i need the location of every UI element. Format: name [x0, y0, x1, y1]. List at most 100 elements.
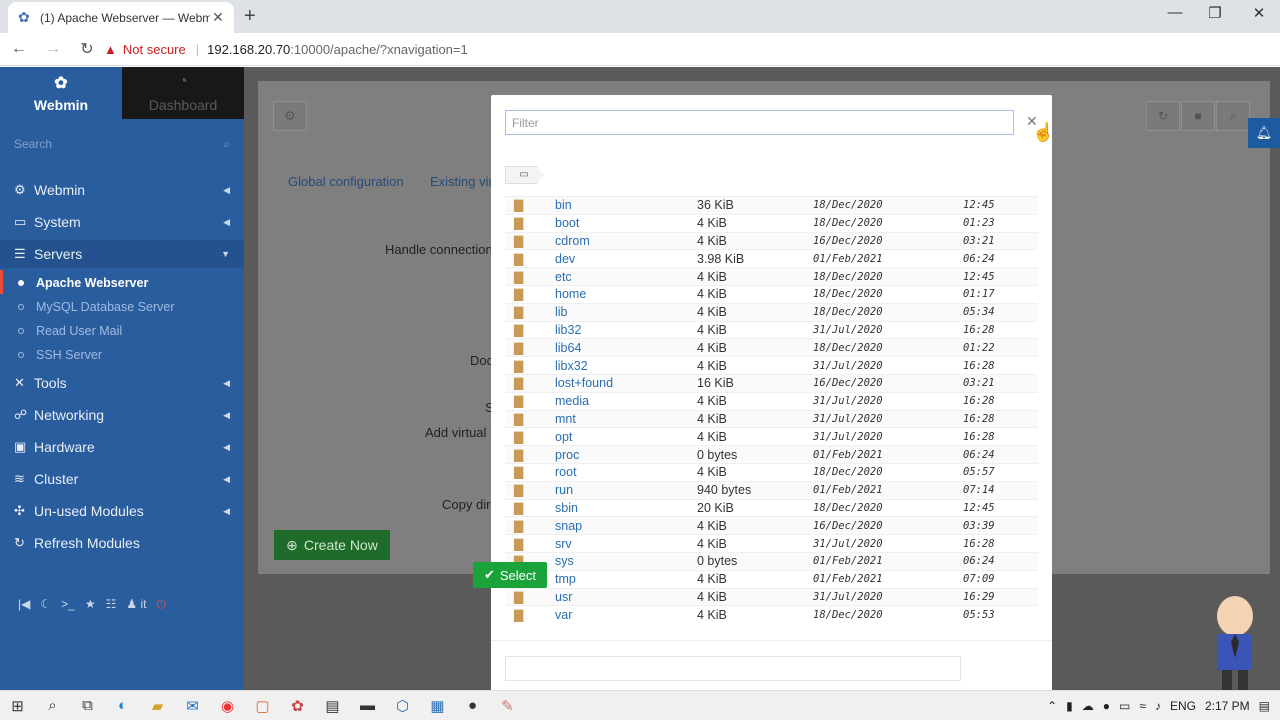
file-row[interactable]: ▇ lib 4 KiB 18/Dec/2020 05:34: [505, 302, 1038, 321]
file-name-link[interactable]: lib32: [555, 323, 697, 337]
night-mode-icon[interactable]: ☾: [40, 597, 51, 612]
file-row[interactable]: ▇ bin 36 KiB 18/Dec/2020 12:45: [505, 196, 1038, 214]
mic-icon[interactable]: ●: [1103, 699, 1110, 713]
file-name-link[interactable]: snap: [555, 519, 697, 533]
file-name-link[interactable]: var: [555, 608, 697, 622]
file-name-link[interactable]: mnt: [555, 412, 697, 426]
file-row[interactable]: ▇ lib64 4 KiB 18/Dec/2020 01:22: [505, 338, 1038, 357]
user-icon[interactable]: ♟ it: [126, 597, 146, 612]
new-tab-button[interactable]: +: [244, 5, 256, 28]
file-row[interactable]: ▇ snap 4 KiB 16/Dec/2020 03:39: [505, 516, 1038, 535]
root-breadcrumb[interactable]: ▭: [505, 166, 543, 184]
file-row[interactable]: ▇ proc 0 bytes 01/Feb/2021 06:24: [505, 445, 1038, 463]
file-name-link[interactable]: home: [555, 287, 697, 301]
battery-icon[interactable]: ▮: [1066, 699, 1073, 713]
file-row[interactable]: ▇ media 4 KiB 31/Jul/2020 16:28: [505, 391, 1038, 410]
file-name-link[interactable]: sys: [555, 554, 697, 568]
submenu-mysql[interactable]: MySQL Database Server: [0, 295, 244, 319]
file-row[interactable]: ▇sys0 bytes01/Feb/202106:24: [505, 551, 1038, 570]
dashboard-tab[interactable]: ◔ Dashboard: [122, 67, 244, 119]
tab-existing-virtual-hosts[interactable]: Existing vir: [430, 174, 493, 189]
file-row[interactable]: ▇ lib32 4 KiB 31/Jul/2020 16:28: [505, 320, 1038, 339]
file-explorer-icon[interactable]: ▰: [140, 697, 175, 715]
file-name-link[interactable]: lib64: [555, 341, 697, 355]
favorites-star-icon[interactable]: ★: [85, 597, 96, 612]
file-name-link[interactable]: tmp: [555, 572, 697, 586]
obs-icon[interactable]: ●: [455, 697, 490, 714]
collapse-icon[interactable]: |◀: [18, 597, 30, 612]
file-row[interactable]: ▇ sbin 20 KiB 18/Dec/2020 12:45: [505, 498, 1038, 517]
file-name-link[interactable]: usr: [555, 590, 697, 604]
notification-bell-icon[interactable]: 🔔︎: [1248, 118, 1280, 148]
edge-icon[interactable]: ◐: [105, 697, 140, 714]
back-icon[interactable]: ←: [4, 40, 34, 58]
office-icon[interactable]: ▢: [245, 697, 280, 715]
submenu-ssh[interactable]: SSH Server: [0, 343, 244, 367]
file-name-link[interactable]: dev: [555, 252, 697, 266]
terminal-icon[interactable]: >_: [61, 597, 75, 612]
file-row[interactable]: ▇ usr 4 KiB 31/Jul/2020 16:29: [505, 587, 1038, 606]
menu-unused[interactable]: ✣ Un-used Modules ◀: [0, 497, 244, 525]
file-row[interactable]: ▇tmp4 KiB01/Feb/202107:09: [505, 569, 1038, 588]
search-module-icon[interactable]: ⌕: [1216, 101, 1250, 131]
menu-refresh[interactable]: ↻ Refresh Modules: [0, 529, 244, 557]
mail-icon[interactable]: ✉: [175, 697, 210, 715]
cloud-icon[interactable]: ☁: [1082, 699, 1094, 713]
submenu-mail[interactable]: Read User Mail: [0, 319, 244, 343]
menu-system[interactable]: ▭ System ◀: [0, 208, 244, 236]
close-window-button[interactable]: ✕: [1236, 4, 1280, 22]
stop-server-icon[interactable]: ■: [1181, 101, 1215, 131]
file-name-link[interactable]: bin: [555, 198, 697, 212]
tab-close-icon[interactable]: ✕: [210, 9, 226, 26]
task-view-icon[interactable]: ⧉: [70, 697, 105, 714]
file-row[interactable]: ▇ var 4 KiB 18/Dec/2020 05:53: [505, 605, 1038, 623]
select-button[interactable]: ✔ Select: [473, 562, 547, 588]
file-row[interactable]: ▇ libx32 4 KiB 31/Jul/2020 16:28: [505, 356, 1038, 374]
submenu-apache[interactable]: Apache Webserver: [0, 271, 244, 295]
file-name-link[interactable]: lost+found: [555, 376, 697, 390]
volume-icon[interactable]: ♪: [1155, 699, 1161, 713]
url-field[interactable]: ▲ Not secure | 192.168.20.70 :10000/apac…: [104, 38, 1184, 61]
windows-start-icon[interactable]: ⊞: [0, 697, 35, 715]
browser-tab[interactable]: ✿ (1) Apache Webserver — Webmin ✕: [8, 2, 234, 33]
chrome-icon[interactable]: ◉: [210, 697, 245, 715]
sliders-icon[interactable]: ☷: [106, 597, 117, 612]
filter-input[interactable]: [505, 110, 1014, 135]
refresh-module-icon[interactable]: ↻: [1146, 101, 1180, 131]
wifi-icon[interactable]: ≈: [1139, 699, 1146, 713]
file-row[interactable]: ▇ home 4 KiB 18/Dec/2020 01:17: [505, 284, 1038, 303]
menu-tools[interactable]: ✕ Tools ◀: [0, 369, 244, 397]
remote-desktop-icon[interactable]: ▦: [420, 697, 455, 715]
search-icon[interactable]: ⌕: [35, 697, 70, 714]
menu-hardware[interactable]: ▣ Hardware ◀: [0, 433, 244, 461]
tab-global-configuration[interactable]: Global configuration: [288, 174, 404, 189]
selected-path-field[interactable]: [505, 656, 961, 681]
virtualbox-icon[interactable]: ⬡: [385, 697, 420, 715]
file-name-link[interactable]: media: [555, 394, 697, 408]
file-row[interactable]: ▇ root 4 KiB 18/Dec/2020 05:57: [505, 462, 1038, 481]
file-name-link[interactable]: etc: [555, 270, 697, 284]
sidebar-search[interactable]: Search ⌕: [0, 133, 244, 155]
reload-icon[interactable]: ↻: [72, 39, 102, 59]
file-name-link[interactable]: proc: [555, 448, 697, 462]
webmin-brand[interactable]: ✿ Webmin: [0, 67, 122, 119]
file-name-link[interactable]: cdrom: [555, 234, 697, 248]
menu-servers[interactable]: ☰ Servers ▼: [0, 240, 244, 268]
notepad-icon[interactable]: ▤: [315, 697, 350, 715]
menu-cluster[interactable]: ≋ Cluster ◀: [0, 465, 244, 493]
paint-icon[interactable]: ✎: [490, 697, 525, 715]
app-icon[interactable]: ✿: [280, 697, 315, 715]
file-name-link[interactable]: lib: [555, 305, 697, 319]
logout-icon[interactable]: ⏻: [156, 597, 166, 612]
file-row[interactable]: ▇ opt 4 KiB 31/Jul/2020 16:28: [505, 427, 1038, 445]
file-name-link[interactable]: run: [555, 483, 697, 497]
file-row[interactable]: ▇ cdrom 4 KiB 16/Dec/2020 03:21: [505, 231, 1038, 250]
file-name-link[interactable]: root: [555, 465, 697, 479]
file-row[interactable]: ▇ etc 4 KiB 18/Dec/2020 12:45: [505, 267, 1038, 285]
terminal-app-icon[interactable]: ▬: [350, 697, 385, 714]
clock[interactable]: 2:17 PM: [1205, 699, 1250, 713]
file-row[interactable]: ▇ dev 3.98 KiB 01/Feb/2021 06:24: [505, 249, 1038, 267]
notifications-icon[interactable]: ▤: [1259, 699, 1270, 713]
file-row[interactable]: ▇ srv 4 KiB 31/Jul/2020 16:28: [505, 534, 1038, 552]
menu-webmin[interactable]: ⚙ Webmin ◀: [0, 176, 244, 204]
